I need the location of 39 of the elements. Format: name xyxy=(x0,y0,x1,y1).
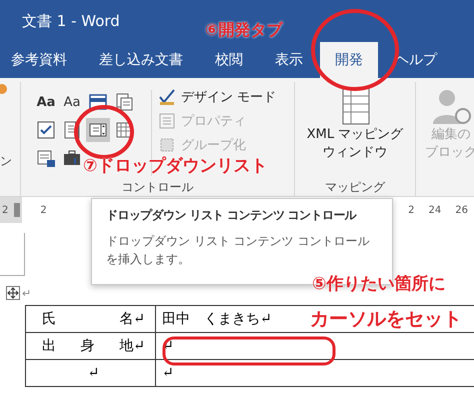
toolbox-icon[interactable] xyxy=(62,148,82,168)
tooltip-title: ドロップダウン リスト コンテンツ コントロール xyxy=(106,207,358,224)
ruler-number: 2 xyxy=(408,204,415,216)
ruler-number: 24 xyxy=(428,204,442,216)
annotation-text: ⑤作りたい箇所に xyxy=(312,273,446,295)
checkbox-icon[interactable] xyxy=(36,120,56,140)
annotation-ring xyxy=(74,105,134,159)
cell-text: 出 xyxy=(42,337,56,355)
ribbon-command[interactable]: デザイン モード xyxy=(158,86,276,108)
paragraph-mark: ↵ xyxy=(22,286,32,300)
window-title: 文書 1 - Word xyxy=(22,12,120,30)
move-handle-icon[interactable] xyxy=(6,286,20,300)
group-label: コントロール xyxy=(120,180,194,196)
annotation-text: ⑥開発タブ xyxy=(205,20,283,41)
ribbon-tab[interactable]: 参考資料 xyxy=(0,42,82,78)
group-label: マッピング xyxy=(324,180,386,196)
text-control-icon[interactable]: Aa xyxy=(64,94,80,110)
tooltip-description: ドロップダウン リスト コンテンツ コントロールを挿入します。 xyxy=(106,233,370,268)
annotation-text: ⑦ドロップダウンリスト xyxy=(83,155,268,177)
ruler-pencil-icon[interactable] xyxy=(158,88,176,106)
document-stack-icon[interactable] xyxy=(114,92,134,112)
page-corner-mark xyxy=(0,233,25,276)
cell-text: 身 xyxy=(80,337,95,355)
text-control-icon[interactable]: Aa xyxy=(36,94,56,110)
form-icon[interactable] xyxy=(36,148,56,168)
ruler-number: 2 xyxy=(40,204,47,216)
ribbon-tab[interactable]: 開発 xyxy=(320,42,378,78)
xml-mapping-button[interactable]: XML マッピング ウィンドウ xyxy=(295,82,415,180)
group-label: ン xyxy=(0,154,13,170)
cell-text: 氏 xyxy=(42,310,56,328)
cell-text: 地↵ xyxy=(119,337,145,355)
cell-text: 名↵ xyxy=(119,310,145,328)
ribbon-tab[interactable]: 差し込み文書 xyxy=(84,42,198,78)
ribbon-tab[interactable]: 表示 xyxy=(260,42,318,78)
ruler-number: 26 xyxy=(455,204,468,216)
ribbon-tab[interactable]: 校閲 xyxy=(200,42,258,78)
cell-text: ↵ xyxy=(88,365,100,381)
annotation-text: カーソルをセット xyxy=(310,307,462,332)
ruler-number: 2 xyxy=(2,204,8,216)
